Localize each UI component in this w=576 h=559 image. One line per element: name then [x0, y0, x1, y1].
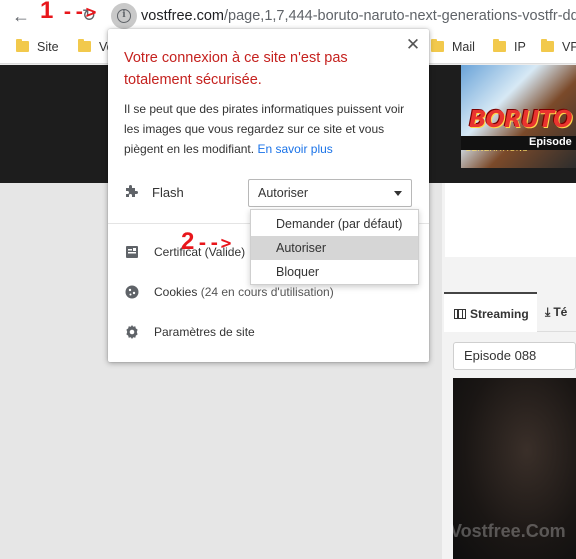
- watermark: Vostfree.Com: [450, 521, 566, 541]
- puzzle-icon: [126, 185, 138, 197]
- back-arrow-icon[interactable]: ←: [10, 6, 32, 26]
- chevron-down-icon: [394, 191, 402, 196]
- flash-options-menu: Demander (par défaut) Autoriser Bloquer: [250, 209, 419, 285]
- bookmark-folder[interactable]: Mail: [431, 39, 475, 57]
- film-icon: [454, 308, 466, 319]
- step-1-annotation: 1: [40, 0, 54, 24]
- bookmark-folder[interactable]: Site: [16, 39, 59, 57]
- close-icon[interactable]: ✕: [404, 36, 422, 54]
- info-panel: [445, 183, 576, 257]
- option-block[interactable]: Bloquer: [251, 260, 418, 284]
- flash-select-value: Autoriser: [258, 186, 309, 200]
- bookmark-label: Site: [37, 40, 59, 54]
- bookmark-folder[interactable]: IP: [493, 39, 526, 57]
- banner-episode-strip: Episode: [461, 136, 576, 150]
- episode-select[interactable]: Episode 088: [453, 342, 576, 370]
- site-settings-row[interactable]: Paramètres de site: [124, 322, 414, 344]
- gear-icon: [126, 325, 138, 339]
- tab-label: Té: [553, 305, 568, 319]
- tab-label: Streaming: [470, 307, 529, 321]
- tab-download[interactable]: ⤓ Té: [537, 292, 576, 332]
- cookies-row[interactable]: Cookies (24 en cours d'utilisation): [124, 282, 414, 304]
- bookmark-label: IP: [514, 40, 526, 54]
- folder-icon: [493, 39, 506, 52]
- url-path: /page,1,7,444-boruto-naruto-next-generat…: [224, 8, 576, 24]
- folder-icon: [16, 39, 29, 52]
- security-warning: Votre connexion à ce site n'est pas tota…: [124, 50, 348, 88]
- option-ask-default[interactable]: Demander (par défaut): [251, 212, 418, 236]
- flash-permission-select[interactable]: Autoriser: [248, 179, 412, 207]
- cookie-icon: [125, 285, 139, 299]
- site-info-popup: ✕ Votre connexion à ce site n'est pas to…: [108, 29, 429, 362]
- folder-icon: [431, 39, 444, 52]
- bookmark-label: Mail: [452, 40, 475, 54]
- step-2-arrow-icon: -->: [197, 233, 233, 254]
- certificate-icon: [126, 246, 138, 258]
- site-banner[interactable]: BORUTO NARUTO NEXT GENERATIONS: [461, 65, 576, 168]
- player-tabs: Streaming ⤓ Té: [444, 292, 576, 332]
- banner-episode-text: Episode: [529, 136, 572, 148]
- option-allow[interactable]: Autoriser: [251, 236, 418, 260]
- site-info-button[interactable]: i: [111, 3, 137, 29]
- cookies-text: Cookies (24 en cours d'utilisation): [154, 285, 334, 299]
- bookmark-folder[interactable]: VP: [541, 39, 576, 57]
- url-field[interactable]: vostfree.com/page,1,7,444-boruto-naruto-…: [141, 8, 576, 24]
- folder-icon: [541, 39, 554, 52]
- site-settings-label: Paramètres de site: [154, 325, 255, 339]
- step-2-annotation: 2: [181, 228, 195, 255]
- bookmark-label: VP: [562, 40, 576, 54]
- download-icon: ⤓: [545, 305, 551, 319]
- flash-permission-row: Flash Autoriser: [124, 179, 414, 207]
- cookies-count: (24 en cours d'utilisation): [200, 285, 334, 299]
- cookies-label: Cookies: [154, 285, 198, 299]
- step-1-arrow-icon: -->: [62, 2, 98, 23]
- banner-title: BORUTO: [469, 107, 573, 133]
- url-host: vostfree.com: [141, 8, 224, 24]
- tab-streaming[interactable]: Streaming: [444, 292, 537, 332]
- flash-label: Flash: [152, 185, 184, 200]
- security-description: Il se peut que des pirates informatiques…: [124, 99, 416, 159]
- learn-more-link[interactable]: En savoir plus: [257, 142, 332, 156]
- info-icon: i: [117, 9, 131, 23]
- folder-icon: [78, 39, 91, 52]
